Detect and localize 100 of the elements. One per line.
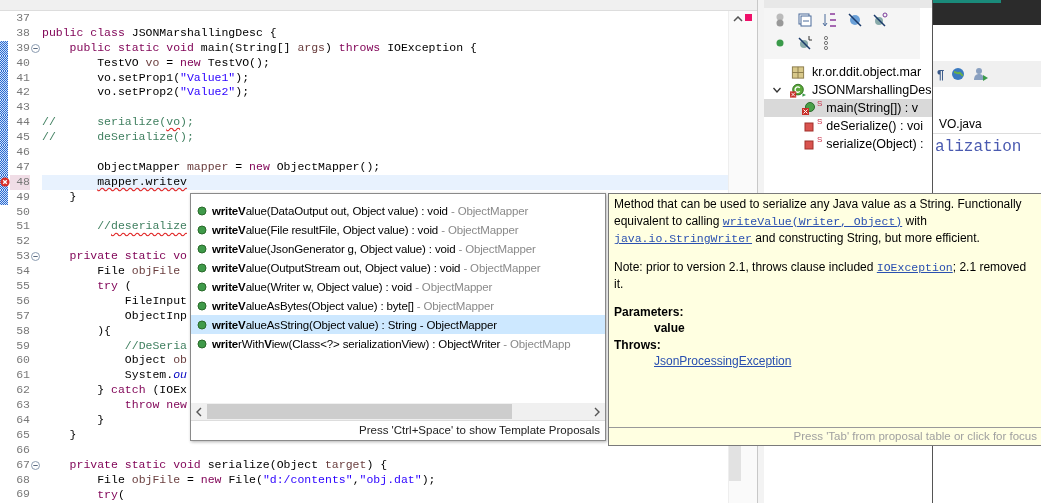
- code-line: //deserialize: [96, 219, 187, 235]
- line-number: 37: [15, 11, 30, 26]
- line-number: 63: [15, 398, 30, 414]
- code-line: ObjectMapper mapper = new ObjectMapper();: [96, 159, 381, 175]
- line-number: 65: [15, 427, 30, 443]
- code-line: }: [68, 189, 77, 205]
- code-line: private static void serialize(Object target) {: [68, 457, 388, 473]
- line-number: 39: [15, 40, 30, 56]
- line-number: 45: [15, 130, 30, 145]
- hide-fields-icon[interactable]: [847, 12, 863, 28]
- static-marker: S: [817, 135, 823, 144]
- private-method-icon: [802, 119, 816, 133]
- error-marker[interactable]: [745, 14, 752, 21]
- line-number: 50: [15, 204, 30, 220]
- section-heading: Throws:: [614, 336, 662, 353]
- status-hint: Press 'Tab' from proposal table or click for focus: [609, 427, 1041, 445]
- line-number: 55: [15, 279, 30, 294]
- section-heading: Parameters:: [614, 303, 685, 320]
- code-line: File objFile: [96, 264, 181, 280]
- method-icon: [197, 281, 207, 292]
- line-number: 68: [15, 472, 30, 488]
- fold-icon[interactable]: [31, 252, 40, 262]
- static-marker: S: [817, 99, 823, 108]
- code-line: //DeSeria: [123, 338, 187, 354]
- line-number: 59: [15, 338, 30, 354]
- code-line: System.ou: [123, 368, 187, 384]
- line-number: 49: [15, 189, 30, 205]
- proposal-item[interactable]: writeValue(Writer w, Object value) : void - ObjectMapper: [191, 277, 605, 296]
- line-number: 48: [10, 174, 30, 190]
- code-link[interactable]: java.io.StringWriter: [614, 232, 753, 245]
- code-link[interactable]: IOException: [876, 260, 953, 274]
- method-icon: [197, 319, 207, 330]
- fold-icon[interactable]: [31, 460, 40, 470]
- line-number: 41: [15, 70, 30, 86]
- caret-icon[interactable]: [733, 16, 743, 22]
- fold-icon[interactable]: [31, 43, 40, 53]
- code-line: try (: [96, 279, 132, 294]
- line-number: 44: [15, 115, 30, 131]
- person-icon[interactable]: [972, 66, 989, 82]
- editor-tab[interactable]: VO.java: [933, 115, 1041, 134]
- line-number: 51: [15, 219, 30, 235]
- line-number: 53: [15, 249, 30, 265]
- code-line: vo.setProp2("Value2");: [96, 85, 250, 101]
- code-line: } catch (IOEx: [96, 383, 187, 399]
- proposal-item[interactable]: writeValueAsString(Object value) : String - ObjectMapper: [191, 315, 605, 334]
- line-number: 54: [15, 264, 30, 280]
- doc-paragraph: Method that can be used to serialize any Java value as a String. Functionally equivalent to calling writeValue(Writer, Object) with java.io.StringWriter and constructing String, but more efficient.: [614, 196, 1023, 247]
- line-number: 38: [15, 25, 30, 41]
- method-row[interactable]: S serialize(Object) :: [764, 135, 932, 153]
- scrollbar-thumb[interactable]: [207, 404, 512, 419]
- package-icon: [790, 64, 806, 80]
- hide-static-icon[interactable]: [872, 12, 888, 28]
- code-line: // deSerialize();: [42, 130, 194, 145]
- dot-icon[interactable]: [776, 39, 784, 47]
- line-number: 69: [15, 487, 30, 503]
- line-number: 40: [15, 55, 30, 71]
- proposal-item[interactable]: writeValue(JsonGenerator g, Object value) : void - ObjectMapper: [191, 239, 605, 258]
- horizontal-scrollbar[interactable]: [191, 403, 605, 420]
- sort-icon[interactable]: [822, 12, 838, 28]
- line-number: 60: [15, 353, 30, 369]
- parameter-name: value: [654, 321, 685, 335]
- doc-paragraph: Note: prior to version 2.1, throws clause included IOException; 2.1 removed it.: [614, 258, 1028, 293]
- status-hint: Press 'Ctrl+Space' to show Template Proposals: [191, 420, 605, 440]
- pilcrow-icon[interactable]: ¶: [937, 66, 945, 82]
- static-marker: S: [817, 117, 823, 126]
- code-line: public class JSONMarshallingDesc {: [42, 25, 277, 41]
- code-fragment: alization: [934, 137, 1023, 158]
- line-number: 43: [15, 100, 30, 116]
- view-menu-icon[interactable]: [822, 35, 830, 51]
- method-row[interactable]: S deSerialize() : voi: [764, 117, 932, 135]
- proposal-item[interactable]: writeValue(File resultFile, Object value) : void - ObjectMapper: [191, 220, 605, 239]
- class-row[interactable]: JSONMarshallingDes: [764, 81, 932, 99]
- line-number: 46: [15, 145, 30, 160]
- exception-link[interactable]: JsonProcessingException: [654, 354, 792, 368]
- code-line: FileInput: [123, 293, 187, 309]
- line-number: 61: [15, 368, 30, 384]
- code-line: ObjectInp: [123, 308, 187, 324]
- method-icon: [197, 243, 207, 254]
- method-row[interactable]: S main(String[]) : v: [764, 99, 932, 117]
- code-line: ){: [96, 323, 112, 339]
- line-number: 67: [15, 457, 30, 473]
- line-number: 47: [15, 159, 30, 175]
- code-line: private static vo: [68, 249, 187, 265]
- code-line: public static void main(String[] args) throws IOException {: [68, 40, 477, 56]
- proposal-item[interactable]: writerWithView(Class<?> serializationView) : ObjectWriter - ObjectMapp: [191, 334, 605, 353]
- code-link[interactable]: writeValue(Writer, Object): [722, 214, 903, 228]
- globe-icon[interactable]: [950, 66, 967, 82]
- proposal-item[interactable]: writeValue(DataOutput out, Object value) : void - ObjectMapper: [191, 201, 605, 220]
- collapse-all-icon[interactable]: [797, 12, 813, 28]
- method-icon: [197, 205, 207, 216]
- code-line: // serialize(vo);: [42, 115, 194, 131]
- proposal-item[interactable]: writeValueAsBytes(Object value) : byte[] - ObjectMapper: [191, 296, 605, 315]
- proposal-item[interactable]: writeValue(OutputStream out, Object value) : void - ObjectMapper: [191, 258, 605, 277]
- hide-local-icon[interactable]: [797, 35, 813, 51]
- chevron-icon[interactable]: [772, 85, 782, 95]
- package-row[interactable]: kr.or.ddit.object.mar: [764, 63, 932, 81]
- code-line: vo.setProp1("Value1");: [96, 70, 250, 86]
- method-icon: [197, 224, 207, 235]
- line-number: 58: [15, 323, 30, 339]
- line-number: 57: [15, 308, 30, 324]
